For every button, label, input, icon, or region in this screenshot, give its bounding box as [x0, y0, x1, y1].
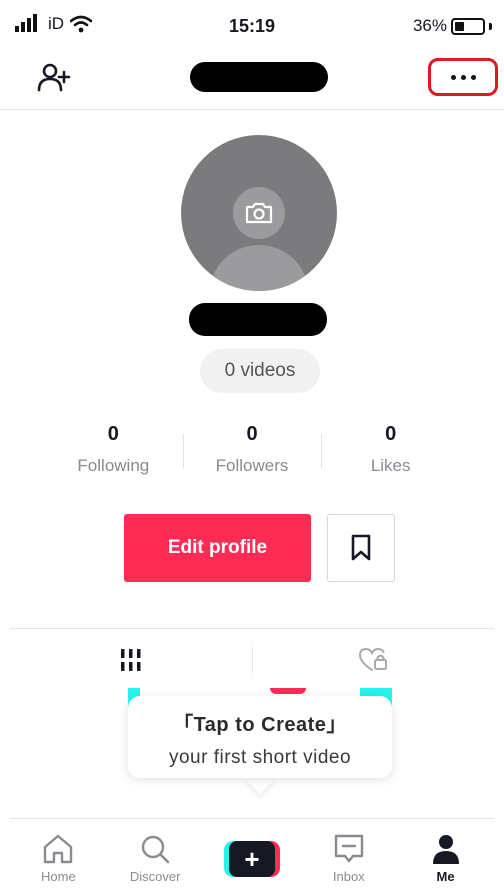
nav-create[interactable]: +	[204, 819, 301, 890]
stat-label: Followers	[215, 456, 289, 475]
battery-cap	[489, 22, 492, 30]
tap-to-create-card[interactable]: 「Tap to Create」 your first short video	[128, 696, 392, 778]
nav-label: Discover	[129, 869, 181, 884]
inbox-icon	[334, 834, 363, 863]
videos-grid-icon	[121, 648, 141, 671]
stat-number: 0	[385, 423, 397, 445]
nav-inbox[interactable]: Inbox	[300, 819, 397, 890]
bottom-navigation: Home Discover + Inbox Me	[10, 818, 494, 890]
videos-count-pill: 0 videos	[200, 349, 320, 393]
home-icon	[44, 834, 73, 864]
search-icon	[141, 835, 170, 864]
create-title: 「Tap to Create」	[173, 714, 347, 736]
nav-label: Inbox	[332, 869, 365, 884]
battery-icon	[451, 17, 485, 35]
tab-videos[interactable]	[10, 629, 252, 690]
avatar[interactable]	[181, 135, 337, 291]
avatar-silhouette	[209, 245, 309, 291]
display-name-redacted	[189, 303, 327, 336]
edit-profile-button[interactable]: Edit profile	[124, 514, 311, 582]
more-options-button[interactable]	[428, 58, 498, 96]
nav-discover[interactable]: Discover	[107, 819, 204, 890]
camera-icon	[245, 202, 273, 224]
profile-header	[0, 50, 504, 110]
avatar-camera-badge	[233, 187, 285, 239]
create-plus-icon: +	[223, 841, 280, 877]
profile-icon	[432, 835, 459, 864]
status-right: 36%	[413, 16, 492, 36]
tab-liked[interactable]	[252, 629, 494, 690]
username-redacted	[190, 62, 328, 92]
stat-followers[interactable]: 0 Followers	[182, 420, 322, 484]
nav-home[interactable]: Home	[10, 819, 107, 890]
stat-number: 0	[246, 423, 258, 445]
bookmark-icon	[351, 534, 371, 561]
create-subtitle: your first short video	[168, 747, 352, 768]
add-user-button[interactable]	[36, 60, 72, 96]
nav-label: Me	[436, 869, 455, 884]
favorites-button[interactable]	[327, 514, 395, 582]
plus-button-face: +	[228, 841, 275, 877]
content-tabs	[10, 628, 494, 690]
battery-percent: 36%	[412, 16, 447, 35]
battery-fill	[455, 21, 465, 31]
stat-following[interactable]: 0 Following	[44, 420, 183, 484]
stat-likes[interactable]: 0 Likes	[321, 420, 460, 484]
add-user-icon	[37, 63, 71, 92]
nav-me[interactable]: Me	[397, 819, 494, 890]
menu-dot	[470, 74, 476, 80]
liked-private-icon	[358, 647, 387, 671]
stat-label: Likes	[370, 456, 411, 475]
profile-stats: 0 Following 0 Followers 0 Likes	[44, 420, 460, 484]
nav-label: Home	[41, 869, 76, 884]
decor-shape	[270, 688, 306, 694]
menu-dot	[460, 74, 466, 80]
stat-label: Following	[77, 456, 150, 475]
more-horizontal-icon	[450, 74, 456, 80]
status-bar: iD 15:19 36%	[0, 0, 504, 50]
stat-number: 0	[107, 423, 119, 445]
